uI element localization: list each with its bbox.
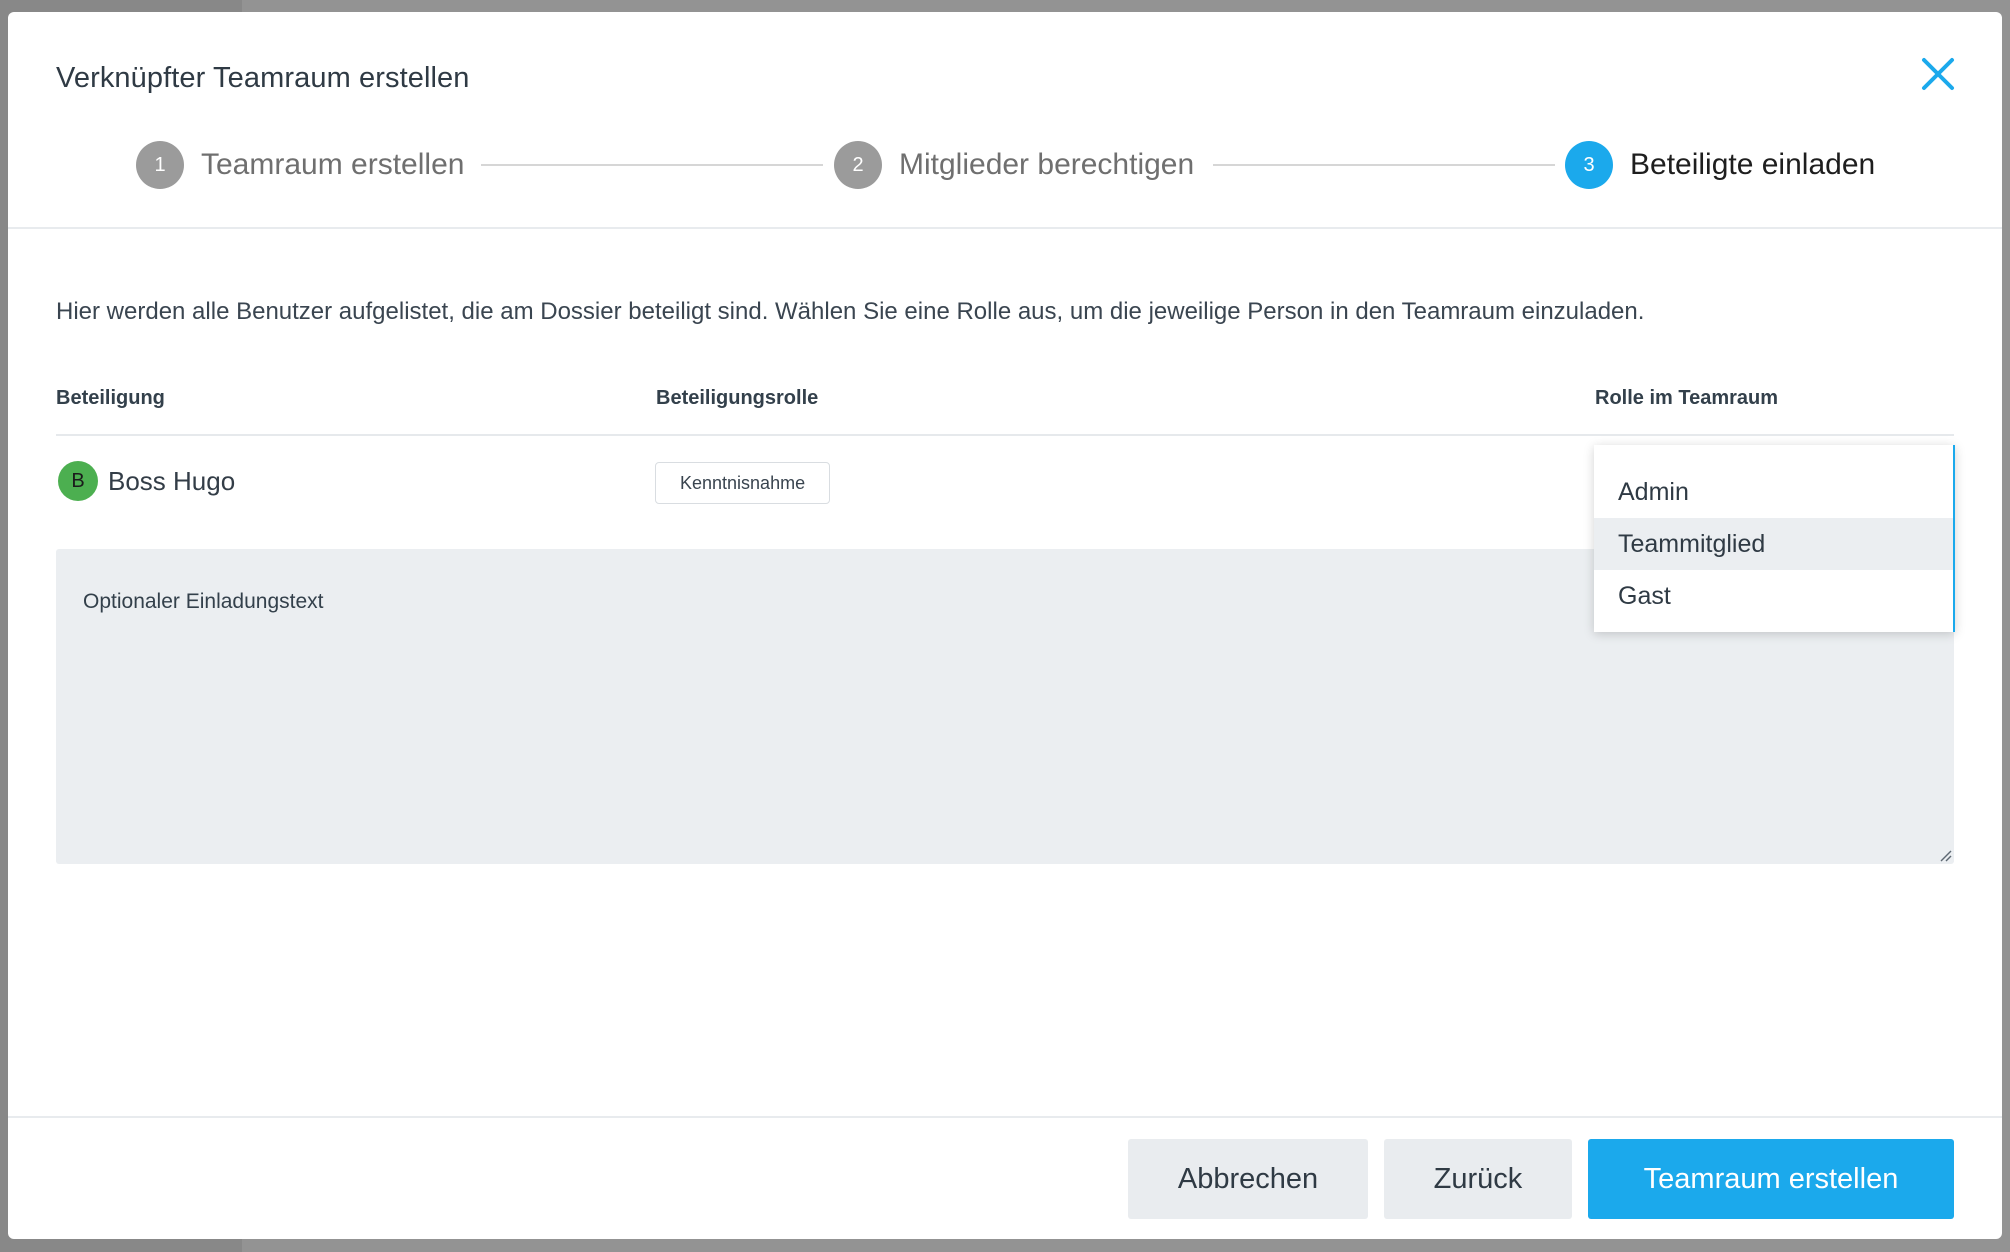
- role-option-teammember[interactable]: Teammitglied: [1594, 518, 1953, 570]
- footer-divider: [8, 1116, 2002, 1118]
- participation-role-badge: Kenntnisnahme: [655, 462, 831, 504]
- column-header-teamroom-role: Rolle im Teamraum: [1595, 387, 1779, 409]
- stepper-connector: [1213, 164, 1555, 166]
- step-invite-participants: 3 Beteiligte einladen: [1565, 140, 1875, 190]
- close-button[interactable]: [1916, 52, 1960, 96]
- close-icon: [1922, 58, 1954, 90]
- step-number: 3: [1565, 141, 1613, 189]
- step-label: Mitglieder berechtigen: [899, 148, 1195, 181]
- step-number: 2: [834, 141, 882, 189]
- intro-text: Hier werden alle Benutzer aufgelistet, d…: [56, 298, 1645, 325]
- resize-handle-icon[interactable]: [1940, 850, 1952, 862]
- teamroom-role-dropdown[interactable]: Admin Teammitglied Gast: [1594, 445, 1955, 632]
- column-header-participation: Beteiligung: [56, 387, 165, 409]
- table-divider: [56, 434, 1954, 436]
- cancel-button[interactable]: Abbrechen: [1128, 1139, 1368, 1219]
- stepper: 1 Teamraum erstellen 2 Mitglieder berech…: [8, 12, 2002, 229]
- participant-name: Boss Hugo: [108, 465, 236, 496]
- dialog-title: Verknüpfter Teamraum erstellen: [56, 62, 470, 94]
- step-label: Beteiligte einladen: [1630, 148, 1876, 181]
- role-option-guest[interactable]: Gast: [1594, 570, 1953, 622]
- step-number: 1: [136, 141, 184, 189]
- step-members-authorize: 2 Mitglieder berechtigen: [834, 140, 1194, 190]
- column-header-participation-role: Beteiligungsrolle: [656, 387, 819, 409]
- avatar: B: [58, 461, 98, 501]
- step-teamroom-create: 1 Teamraum erstellen: [136, 140, 464, 190]
- role-option-admin[interactable]: Admin: [1594, 466, 1953, 518]
- create-teamroom-button[interactable]: Teamraum erstellen: [1588, 1139, 1954, 1219]
- stepper-connector: [481, 164, 823, 166]
- create-teamroom-dialog: 1 Teamraum erstellen 2 Mitglieder berech…: [8, 12, 2002, 1239]
- step-label: Teamraum erstellen: [201, 148, 465, 181]
- participant-row: B Boss Hugo: [58, 461, 235, 501]
- back-button[interactable]: Zurück: [1384, 1139, 1572, 1219]
